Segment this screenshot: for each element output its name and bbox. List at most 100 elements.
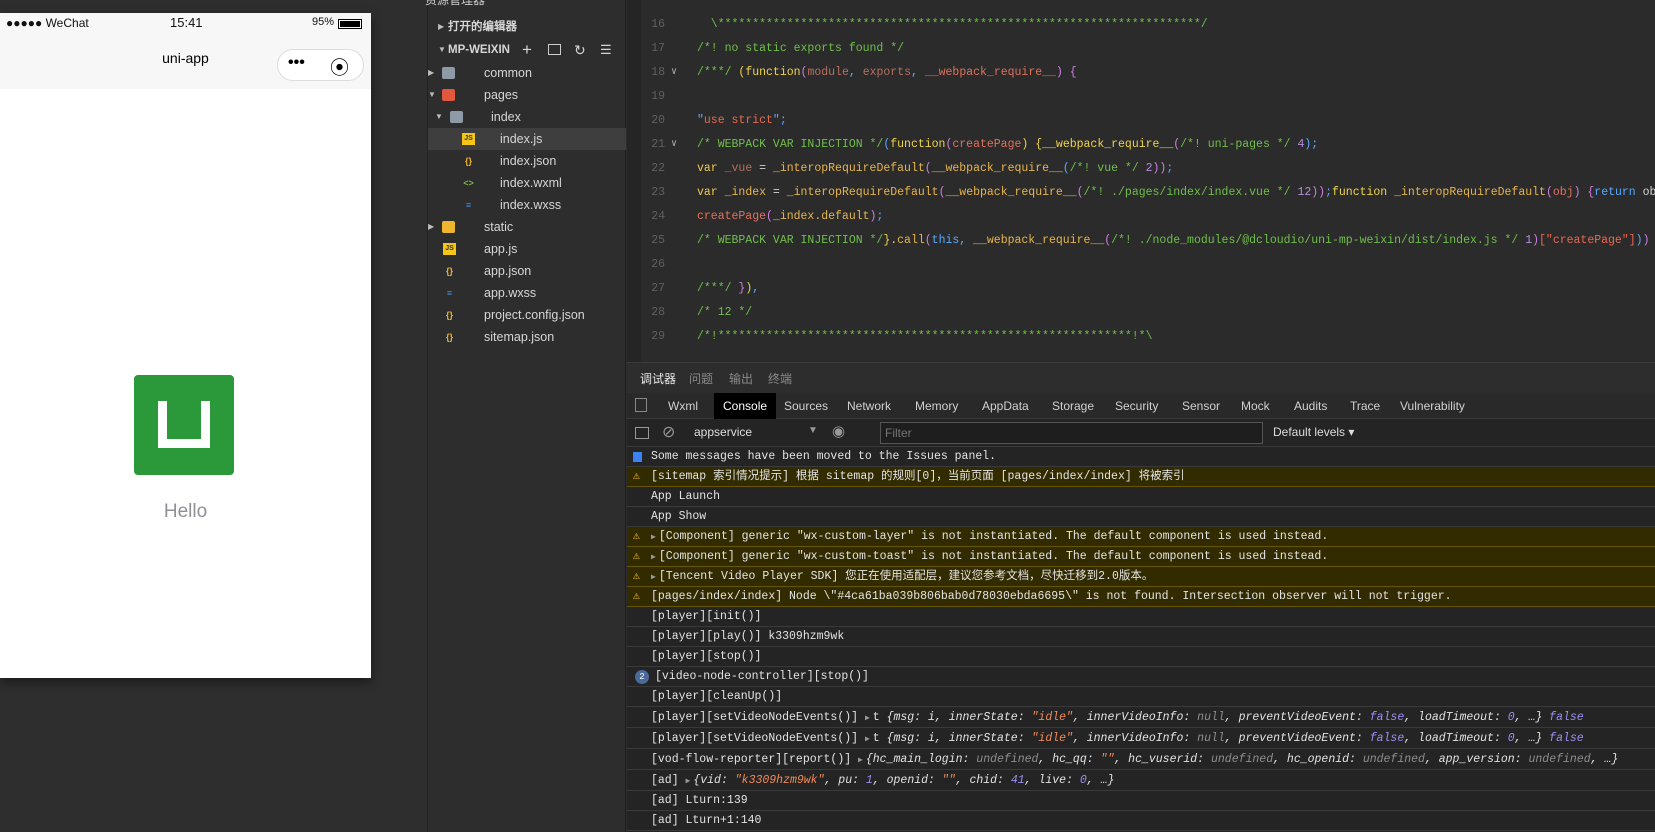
code-line: 22 var _vue = _interopRequireDefault(__we…: [627, 157, 1655, 181]
tab-wxml[interactable]: Wxml: [659, 393, 707, 419]
more-icon[interactable]: •••: [288, 54, 305, 72]
folder-open-icon: [450, 111, 463, 123]
tree-item-label: static: [484, 220, 514, 234]
nav-bar: uni-app ••• ⦿: [0, 35, 371, 89]
code-line: 23 var _index = _interopRequireDefault(__…: [627, 181, 1655, 205]
code-text: "use strict";: [697, 109, 787, 133]
code-token: ): [1635, 234, 1643, 247]
tree-item-index-wxss[interactable]: ≡ index.wxss: [428, 194, 626, 216]
sidebar-toggle-icon[interactable]: [635, 427, 649, 439]
code-token: __webpack_require__: [1042, 138, 1174, 151]
message-text: t: [872, 732, 887, 745]
expand-arrow-icon[interactable]: ▶: [858, 756, 863, 765]
open-editors-section[interactable]: ▶ 打开的编辑器: [428, 16, 626, 38]
chevron-down-icon[interactable]: ▼: [428, 84, 436, 106]
code-token: (: [1545, 186, 1553, 199]
message-text: undefined: [1362, 753, 1425, 766]
expand-arrow-icon[interactable]: ▶: [686, 777, 691, 786]
message-text: , …}: [1086, 774, 1115, 787]
tab-security[interactable]: Security: [1106, 393, 1167, 419]
tree-item-sitemap-json[interactable]: {} sitemap.json: [428, 326, 626, 348]
code-token: /*! uni-pages */: [1180, 138, 1291, 151]
expand-arrow-icon[interactable]: ▶: [865, 735, 870, 744]
message-text: "": [1100, 753, 1115, 766]
code-text: var _index = _interopRequireDefault(__we…: [697, 181, 1655, 205]
line-number: 22: [651, 162, 665, 175]
message-text: false: [1542, 711, 1584, 724]
tree-item-index-js[interactable]: JS index.js: [428, 128, 626, 150]
tree-item-index-wxml[interactable]: <> index.wxml: [428, 172, 626, 194]
tab-memory[interactable]: Memory: [906, 393, 967, 419]
chevron-down-icon[interactable]: ▼: [435, 106, 443, 128]
fold-chevron-icon[interactable]: ∨: [671, 133, 677, 157]
tab-storage[interactable]: Storage: [1043, 393, 1103, 419]
new-folder-icon[interactable]: [548, 44, 561, 55]
tree-item-index-json[interactable]: {} index.json: [428, 150, 626, 172]
tree-item-index[interactable]: ▼ index: [428, 106, 626, 128]
message-text: [vod-flow-reporter][report()]: [651, 753, 859, 766]
project-section[interactable]: ▼ MP-WEIXIN + ↻ ☰: [428, 39, 626, 61]
refresh-icon[interactable]: ↻: [574, 39, 586, 61]
console-message: [ad] Lturn+1:140: [627, 811, 1655, 831]
code-line: 26: [627, 253, 1655, 277]
code-token: __webpack_require__: [924, 66, 1056, 79]
tree-item-project-config-json[interactable]: {} project.config.json: [428, 304, 626, 326]
message-text: , chid:: [955, 774, 1011, 787]
tab-vulnerability[interactable]: Vulnerability: [1391, 393, 1474, 419]
tree-item-label: index: [491, 110, 521, 124]
panel-tab-3[interactable]: 终端: [768, 370, 792, 387]
expand-arrow-icon[interactable]: ▶: [651, 553, 656, 562]
line-number: 28: [651, 306, 665, 319]
tab-console[interactable]: Console: [714, 393, 777, 419]
chevron-right-icon[interactable]: ▶: [428, 62, 434, 84]
tree-item-label: index.json: [500, 154, 557, 168]
expand-arrow-icon[interactable]: ▶: [651, 573, 656, 582]
code-token: /*! no static exports found */: [697, 42, 905, 55]
new-file-icon[interactable]: +: [522, 39, 532, 61]
panel-tab-0[interactable]: 调试器: [640, 370, 677, 395]
message-text: {hc_main_login:: [865, 753, 977, 766]
filter-input[interactable]: [880, 422, 1263, 444]
expand-arrow-icon[interactable]: ▶: [865, 714, 870, 723]
tab-audits[interactable]: Audits: [1285, 393, 1336, 419]
code-token: /* 12 */: [697, 306, 753, 319]
eye-icon[interactable]: ◉: [832, 422, 845, 440]
tab-network[interactable]: Network: [838, 393, 900, 419]
code-line: 16 \************************************…: [627, 13, 1655, 37]
open-editors-label: 打开的编辑器: [448, 21, 517, 33]
clear-console-icon[interactable]: ⊘: [662, 422, 675, 442]
message-text: , hc_openid:: [1273, 753, 1363, 766]
code-token: ": [772, 114, 780, 127]
panel-tab-1[interactable]: 问题: [689, 370, 713, 387]
inspect-element-icon[interactable]: [635, 398, 647, 412]
tree-item-pages[interactable]: ▼ pages: [428, 84, 626, 106]
tab-sources[interactable]: Sources: [775, 393, 837, 419]
tree-item-app-json[interactable]: {} app.json: [428, 260, 626, 282]
code-line: 27 /***/ }),: [627, 277, 1655, 301]
tab-mock[interactable]: Mock: [1232, 393, 1279, 419]
message-text: Some messages have been moved to the Iss…: [651, 450, 997, 463]
context-dropdown-icon[interactable]: ▼: [808, 425, 818, 436]
message-text: [player][init()]: [651, 610, 762, 623]
tree-item-common[interactable]: ▶ common: [428, 62, 626, 84]
tab-appdata[interactable]: AppData: [973, 393, 1038, 419]
log-levels-dropdown[interactable]: Default levels ▾: [1273, 425, 1354, 439]
code-token: ;: [1311, 138, 1319, 151]
context-select[interactable]: appservice: [694, 425, 752, 439]
collapse-all-icon[interactable]: ☰: [600, 39, 612, 61]
tab-trace[interactable]: Trace: [1341, 393, 1389, 419]
code-text: /*! no static exports found */: [697, 37, 904, 61]
code-token: ,: [959, 234, 974, 247]
code-text: var _vue = _interopRequireDefault(__webp…: [697, 157, 1173, 181]
code-editor[interactable]: 16 \************************************…: [627, 0, 1655, 362]
message-text: [player][play()] k3309hzm9wk: [651, 630, 845, 643]
tab-sensor[interactable]: Sensor: [1173, 393, 1229, 419]
chevron-right-icon[interactable]: ▶: [428, 216, 434, 238]
expand-arrow-icon[interactable]: ▶: [651, 533, 656, 542]
tree-item-app-wxss[interactable]: ≡ app.wxss: [428, 282, 626, 304]
tree-item-app-js[interactable]: JS app.js: [428, 238, 626, 260]
close-miniprogram-icon[interactable]: ⦿: [330, 53, 349, 80]
fold-chevron-icon[interactable]: ∨: [671, 61, 677, 85]
panel-tab-2[interactable]: 输出: [729, 370, 753, 387]
tree-item-static[interactable]: ▶ static: [428, 216, 626, 238]
